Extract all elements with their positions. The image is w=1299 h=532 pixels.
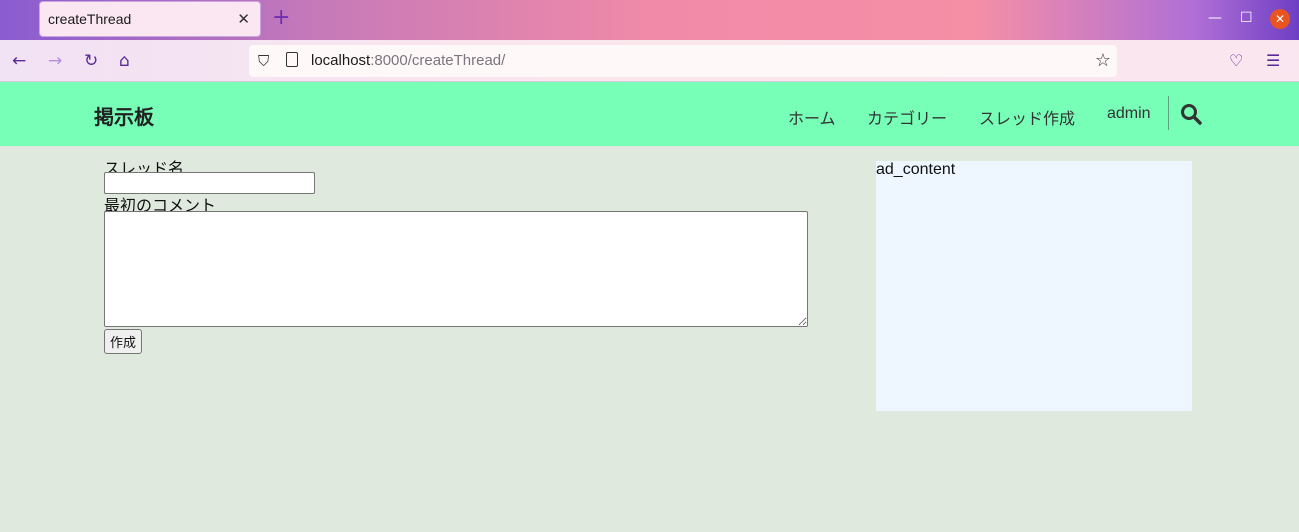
nav-category[interactable]: カテゴリー [867, 105, 947, 129]
url-path: :8000/createThread/ [370, 52, 506, 69]
thread-name-input[interactable] [104, 172, 315, 194]
new-tab-icon[interactable]: + [272, 7, 290, 29]
site-header: 掲示板 ホーム カテゴリー スレッド作成 admin [0, 82, 1299, 146]
site-brand[interactable]: 掲示板 [94, 101, 154, 130]
search-icon[interactable] [1180, 103, 1202, 125]
maximize-icon[interactable]: ☐ [1240, 10, 1253, 26]
back-icon[interactable]: ← [12, 51, 26, 71]
url-bar[interactable]: ⛉ localhost:8000/createThread/ ☆ [249, 45, 1117, 77]
page-icon [286, 52, 298, 67]
tab-title: createThread [48, 11, 132, 27]
shield-icon[interactable]: ⛉ [258, 52, 269, 70]
tab-close-icon[interactable]: ✕ [237, 10, 250, 28]
create-button[interactable]: 作成 [104, 329, 142, 354]
menu-icon[interactable]: ☰ [1266, 51, 1280, 70]
minimize-icon[interactable]: — [1208, 10, 1222, 26]
bookmark-star-icon[interactable]: ☆ [1095, 50, 1111, 71]
reload-icon[interactable]: ↻ [84, 51, 98, 71]
browser-toolbar: ← → ↻ ⌂ ⛉ localhost:8000/createThread/ ☆… [0, 40, 1299, 82]
first-comment-textarea[interactable] [104, 211, 808, 327]
ad-box: ad_content [876, 161, 1192, 411]
url-text[interactable]: localhost:8000/createThread/ [311, 52, 505, 69]
browser-tab[interactable]: createThread ✕ [39, 1, 261, 37]
url-host: localhost [311, 52, 371, 69]
forward-icon[interactable]: → [48, 51, 62, 71]
window-close-icon[interactable]: ✕ [1270, 9, 1290, 29]
nav-admin[interactable]: admin [1107, 105, 1151, 123]
nav-divider [1168, 96, 1169, 130]
browser-tab-bar: createThread ✕ + — ☐ ✕ [0, 0, 1299, 40]
pocket-icon[interactable]: ♡ [1229, 51, 1243, 70]
ad-content: ad_content [876, 161, 956, 178]
nav-home[interactable]: ホーム [788, 105, 836, 129]
nav-create-thread[interactable]: スレッド作成 [979, 105, 1075, 129]
home-icon[interactable]: ⌂ [119, 51, 130, 71]
